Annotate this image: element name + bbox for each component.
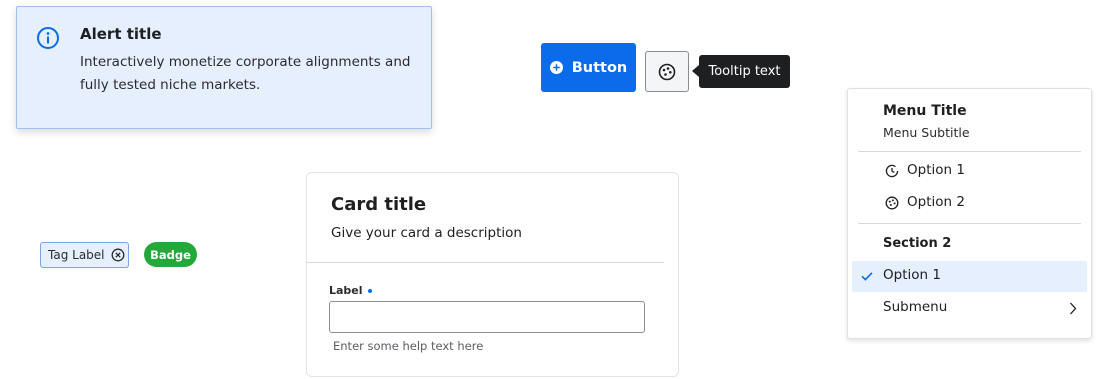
menu-section-title: Section 2	[883, 236, 952, 251]
field-label-text: Label	[329, 284, 363, 297]
menu-item-label: Submenu	[883, 299, 948, 315]
menu-item-label: Option 1	[907, 162, 965, 178]
field-label: Label	[329, 284, 372, 297]
menu-item-option-1[interactable]: Option 1	[852, 156, 1087, 187]
menu-subtitle: Menu Subtitle	[883, 125, 970, 140]
tag: Tag Label	[40, 242, 129, 268]
close-circle-icon[interactable]	[111, 248, 125, 262]
card-divider	[307, 262, 664, 263]
alert-title: Alert title	[80, 25, 162, 43]
palette-icon	[658, 63, 676, 80]
history-icon	[885, 164, 899, 178]
alert: Alert title Interactively monetize corpo…	[16, 6, 432, 129]
help-text: Enter some help text here	[333, 339, 484, 353]
tag-label: Tag Label	[48, 248, 105, 262]
required-indicator	[367, 289, 372, 293]
menu-title: Menu Title	[883, 103, 967, 119]
text-field[interactable]	[329, 301, 645, 333]
menu-item-section2-option-1[interactable]: Option 1	[852, 261, 1087, 292]
primary-button[interactable]: Button	[541, 43, 636, 92]
plus-circle-icon	[549, 61, 563, 74]
check-icon	[861, 272, 873, 281]
icon-button[interactable]	[645, 51, 689, 92]
chevron-right-icon	[1070, 302, 1077, 315]
primary-button-label: Button	[571, 59, 628, 76]
badge: Badge	[144, 242, 197, 267]
menu-divider	[858, 223, 1081, 224]
palette-icon	[885, 196, 899, 210]
info-circle-icon	[37, 27, 59, 49]
card-description: Give your card a description	[331, 225, 522, 241]
menu-item-option-2[interactable]: Option 2	[852, 188, 1087, 219]
card: Card title Give your card a description …	[306, 172, 679, 377]
tooltip-arrow	[692, 65, 699, 77]
menu-item-label: Option 1	[883, 267, 941, 283]
menu: Menu Title Menu Subtitle Option 1 Option…	[847, 88, 1092, 339]
menu-item-label: Option 2	[907, 194, 965, 210]
card-title: Card title	[331, 194, 427, 215]
menu-divider	[858, 151, 1081, 152]
menu-item-submenu[interactable]: Submenu	[852, 293, 1087, 324]
alert-body: Interactively monetize corporate alignme…	[80, 54, 411, 93]
tooltip: Tooltip text	[699, 55, 790, 88]
